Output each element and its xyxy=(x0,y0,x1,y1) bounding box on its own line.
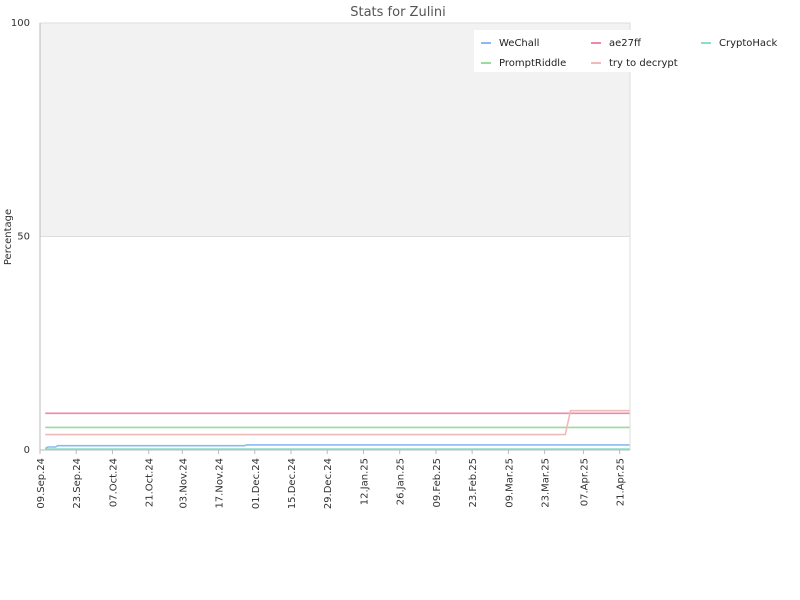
x-tick-label: 09.Feb.25 xyxy=(432,458,443,508)
legend-entry-label: ae27ff xyxy=(609,38,642,49)
y-tick-label: 100 xyxy=(11,18,30,29)
x-tick-labels: 09.Sep.24 23.Sep.24 07.Oct.24 21.Oct.24 03.N… xyxy=(36,450,627,509)
x-tick-label: 07.Oct.24 xyxy=(108,458,119,507)
x-tick-label: 03.Nov.24 xyxy=(178,458,189,509)
legend-entry-label: try to decrypt xyxy=(609,58,678,69)
x-tick-label: 07.Apr.25 xyxy=(579,458,590,506)
x-tick-label: 21.Oct.24 xyxy=(145,458,156,507)
y-tick-label: 0 xyxy=(24,445,30,456)
x-tick-label: 23.Mar.25 xyxy=(541,458,552,508)
x-tick-label: 23.Feb.25 xyxy=(468,458,479,508)
legend: WeChall ae27ff CryptoHack PromptRiddle try t… xyxy=(474,30,800,72)
x-tick-label: 09.Mar.25 xyxy=(504,458,515,508)
stats-chart: Stats for Zulini Percentage 0 50 100 09.Se… xyxy=(3,5,800,509)
y-axis-label: Percentage xyxy=(3,209,14,265)
legend-entry-label: CryptoHack xyxy=(719,38,778,49)
x-tick-label: 12.Jan.25 xyxy=(359,458,370,505)
x-tick-label: 15.Dec.24 xyxy=(287,458,298,509)
chart-title: Stats for Zulini xyxy=(350,5,446,20)
series-line-try-to-decrypt xyxy=(45,409,630,436)
x-tick-label: 09.Sep.24 xyxy=(36,458,47,509)
legend-entry-label: WeChall xyxy=(499,38,539,49)
series-lines xyxy=(44,409,630,450)
x-tick-label: 01.Dec.24 xyxy=(251,458,262,509)
x-tick-label: 21.Apr.25 xyxy=(616,458,627,506)
x-tick-label: 29.Dec.24 xyxy=(323,458,334,509)
y-tick-label: 50 xyxy=(17,232,30,243)
x-tick-label: 23.Sep.24 xyxy=(72,458,83,509)
series-line-wechall xyxy=(44,444,630,450)
legend-entry-label: PromptRiddle xyxy=(499,58,566,69)
x-tick-label: 26.Jan.25 xyxy=(396,458,407,505)
x-tick-label: 17.Nov.24 xyxy=(215,458,226,509)
